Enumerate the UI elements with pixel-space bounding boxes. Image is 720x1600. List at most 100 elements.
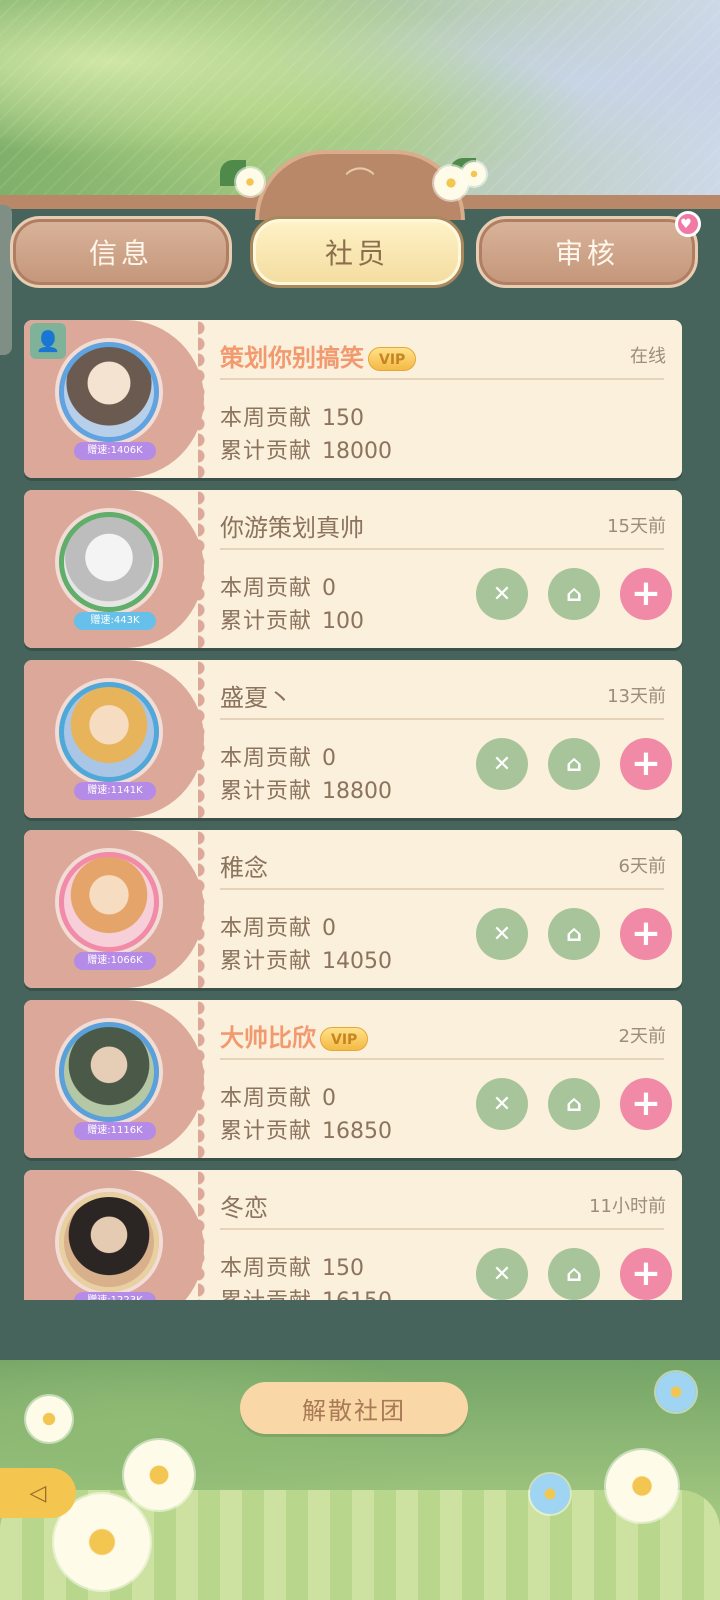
tab-label: 社员 — [324, 237, 389, 270]
speed-tag: 赠速:443K — [74, 612, 156, 630]
member-card[interactable]: 赠速:1141K 盛夏丶 13天前 本周贡献 0 累计贡献 18800 ✕ ⌂ + — [24, 660, 682, 818]
online-status: 15天前 — [607, 516, 666, 537]
flower-icon — [124, 1440, 194, 1510]
total-value: 18000 — [322, 439, 393, 464]
member-name: 冬恋 — [220, 1194, 268, 1222]
remove-user-icon[interactable]: ✕ — [476, 568, 528, 620]
avatar[interactable] — [59, 342, 159, 442]
remove-user-icon[interactable]: ✕ — [476, 1248, 528, 1300]
divider — [220, 1058, 664, 1060]
remove-user-icon[interactable]: ✕ — [476, 738, 528, 790]
member-name: 盛夏丶 — [220, 684, 292, 712]
home-icon[interactable]: ⌂ — [548, 738, 600, 790]
weekly-label: 本周贡献 — [220, 1256, 313, 1281]
avatar[interactable] — [59, 512, 159, 612]
divider — [220, 378, 664, 380]
flower-icon — [530, 1474, 570, 1514]
speed-tag: 赠速:1141K — [74, 782, 156, 800]
tab-members[interactable]: 社员 — [250, 216, 464, 288]
weekly-contribution: 本周贡献 0 — [220, 910, 336, 942]
total-label: 累计贡献 — [220, 609, 313, 634]
member-name: 策划你别搞笑 VIP — [220, 338, 417, 373]
member-name: 大帅比欣 VIP — [220, 1018, 369, 1053]
plus-icon[interactable]: + — [620, 1078, 672, 1130]
weekly-value: 0 — [322, 1086, 337, 1111]
wing-emblem-icon: ⌒ — [345, 166, 375, 201]
total-label: 累计贡献 — [220, 439, 313, 464]
member-list[interactable]: 👤 赠速:1406K 策划你别搞笑 VIP 在线 本周贡献 150 累计贡献 1800… — [24, 320, 684, 1300]
vip-badge-icon: VIP — [368, 347, 417, 371]
tab-label: 审核 — [554, 237, 619, 270]
remove-user-icon[interactable]: ✕ — [476, 908, 528, 960]
home-icon[interactable]: ⌂ — [548, 908, 600, 960]
online-status: 6天前 — [618, 856, 666, 877]
flower-icon — [26, 1396, 72, 1442]
disband-label: 解散社团 — [302, 1396, 406, 1425]
speed-tag: 赠速:1066K — [74, 952, 156, 970]
weekly-label: 本周贡献 — [220, 576, 313, 601]
avatar[interactable] — [59, 682, 159, 782]
weekly-contribution: 本周贡献 0 — [220, 1080, 336, 1112]
speed-tag: 赠速:1406K — [74, 442, 156, 460]
plus-icon[interactable]: + — [620, 568, 672, 620]
weekly-value: 150 — [322, 406, 365, 431]
flower-icon — [656, 1372, 696, 1412]
plus-icon[interactable]: + — [620, 908, 672, 960]
weekly-label: 本周贡献 — [220, 406, 313, 431]
flower-icon — [462, 162, 486, 186]
speed-tag: 赠速:1223K — [74, 1292, 156, 1300]
speed-tag: 赠速:1116K — [74, 1122, 156, 1140]
weekly-contribution: 本周贡献 0 — [220, 570, 336, 602]
member-name: 稚念 — [220, 854, 268, 882]
online-status: 13天前 — [607, 686, 666, 707]
vip-badge-icon: VIP — [320, 1027, 369, 1051]
total-contribution: 累计贡献 16150 — [220, 1283, 392, 1300]
plus-icon[interactable]: + — [620, 1248, 672, 1300]
disband-club-button[interactable]: 解散社团 — [240, 1382, 468, 1434]
divider — [220, 718, 664, 720]
back-arrow-icon[interactable]: ◁ — [0, 1468, 76, 1518]
online-status: 2天前 — [618, 1026, 666, 1047]
total-contribution: 累计贡献 14050 — [220, 943, 392, 975]
weekly-label: 本周贡献 — [220, 1086, 313, 1111]
flower-icon — [606, 1450, 678, 1522]
divider — [220, 888, 664, 890]
member-card[interactable]: 赠速:1116K 大帅比欣 VIP 2天前 本周贡献 0 累计贡献 16850 ✕ ⌂… — [24, 1000, 682, 1158]
member-name-text: 大帅比欣 — [220, 1024, 316, 1052]
home-icon[interactable]: ⌂ — [548, 1248, 600, 1300]
side-handle[interactable] — [0, 205, 12, 355]
home-icon[interactable]: ⌂ — [548, 568, 600, 620]
tab-review[interactable]: 审核 ♥ — [476, 211, 701, 288]
member-card[interactable]: 赠速:1223K 冬恋 11小时前 本周贡献150 累计贡献16150 ✕ ⌂ … — [24, 1170, 682, 1300]
member-card[interactable]: 赠速:1066K 稚念 6天前 本周贡献 0 累计贡献 14050 ✕ ⌂ + — [24, 830, 682, 988]
weekly-value: 0 — [322, 576, 337, 601]
avatar[interactable] — [59, 852, 159, 952]
total-value: 16150 — [322, 1289, 392, 1300]
flower-icon — [236, 168, 264, 196]
member-card[interactable]: 👤 赠速:1406K 策划你别搞笑 VIP 在线 本周贡献 150 累计贡献 1800… — [24, 320, 682, 478]
total-value: 18800 — [322, 779, 393, 804]
tab-label: 信息 — [88, 237, 153, 270]
home-icon[interactable]: ⌂ — [548, 1078, 600, 1130]
weekly-value: 0 — [322, 916, 337, 941]
member-card[interactable]: 赠速:443K 你游策划真帅 15天前 本周贡献 0 累计贡献 100 ✕ ⌂ + — [24, 490, 682, 648]
avatar[interactable] — [59, 1192, 159, 1292]
weekly-label: 本周贡献 — [220, 916, 313, 941]
total-contribution: 累计贡献 100 — [220, 603, 364, 635]
total-label: 累计贡献 — [220, 949, 313, 974]
plus-icon[interactable]: + — [620, 738, 672, 790]
total-value: 16850 — [322, 1119, 393, 1144]
weekly-label: 本周贡献 — [220, 746, 313, 771]
tab-info[interactable]: 信息 — [10, 216, 232, 288]
weekly-contribution: 本周贡献 150 — [220, 1250, 364, 1282]
weekly-contribution: 本周贡献 0 — [220, 740, 336, 772]
total-contribution: 累计贡献 18800 — [220, 773, 392, 805]
weekly-value: 150 — [322, 1256, 365, 1281]
avatar[interactable] — [59, 1022, 159, 1122]
total-value: 100 — [322, 609, 365, 634]
total-label: 累计贡献 — [220, 1289, 312, 1300]
total-contribution: 累计贡献 18000 — [220, 433, 392, 465]
divider — [220, 1228, 664, 1230]
member-name: 你游策划真帅 — [220, 514, 364, 542]
remove-user-icon[interactable]: ✕ — [476, 1078, 528, 1130]
